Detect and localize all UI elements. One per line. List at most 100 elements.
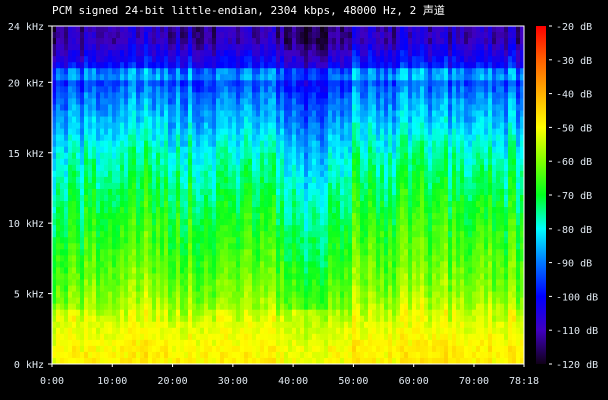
heatmap-cell bbox=[256, 243, 261, 250]
heatmap-cell bbox=[160, 225, 165, 232]
heatmap-cell bbox=[396, 68, 401, 75]
heatmap-cell bbox=[404, 297, 409, 305]
heatmap-cell bbox=[312, 86, 317, 93]
heatmap-cell bbox=[84, 255, 89, 262]
heatmap-cell bbox=[232, 170, 237, 178]
heatmap-cell bbox=[248, 243, 253, 250]
heatmap-cell bbox=[316, 38, 321, 45]
heatmap-cell bbox=[284, 128, 289, 136]
heatmap-cell bbox=[224, 122, 229, 130]
heatmap-cell bbox=[284, 146, 289, 154]
heatmap-cell bbox=[164, 146, 169, 154]
heatmap-cell bbox=[164, 201, 169, 208]
heatmap-cell bbox=[348, 321, 353, 329]
heatmap-cell bbox=[356, 297, 361, 305]
heatmap-cell bbox=[380, 62, 385, 69]
heatmap-cell bbox=[196, 80, 201, 87]
heatmap-cell bbox=[228, 134, 233, 142]
heatmap-cell bbox=[296, 62, 301, 69]
heatmap-cell bbox=[148, 98, 153, 105]
heatmap-cell bbox=[56, 303, 61, 311]
heatmap-cell bbox=[164, 62, 169, 69]
heatmap-cell bbox=[136, 357, 141, 365]
heatmap-cell bbox=[384, 243, 389, 250]
heatmap-cell bbox=[92, 182, 97, 190]
heatmap-cell bbox=[344, 225, 349, 232]
heatmap-cell bbox=[312, 80, 317, 87]
heatmap-cell bbox=[140, 243, 145, 250]
heatmap-cell bbox=[376, 231, 381, 238]
heatmap-cell bbox=[328, 261, 333, 268]
heatmap-cell bbox=[384, 158, 389, 166]
heatmap-cell bbox=[196, 213, 201, 220]
heatmap-cell bbox=[116, 207, 121, 214]
heatmap-cell bbox=[96, 303, 101, 311]
heatmap-cell bbox=[348, 267, 353, 274]
heatmap-cell bbox=[208, 92, 213, 99]
heatmap-cell bbox=[392, 104, 397, 111]
heatmap-cell bbox=[360, 134, 365, 142]
heatmap-cell bbox=[120, 207, 125, 214]
heatmap-cell bbox=[324, 219, 329, 226]
heatmap-cell bbox=[236, 182, 241, 190]
heatmap-cell bbox=[76, 170, 81, 178]
heatmap-cell bbox=[300, 243, 305, 250]
heatmap-cell bbox=[372, 321, 377, 329]
heatmap-cell bbox=[368, 158, 373, 166]
heatmap-cell bbox=[100, 122, 105, 130]
heatmap-cell bbox=[276, 321, 281, 329]
heatmap-cell bbox=[52, 32, 57, 39]
heatmap-cell bbox=[392, 26, 397, 33]
heatmap-cell bbox=[404, 122, 409, 130]
heatmap-cell bbox=[312, 219, 317, 226]
heatmap-cell bbox=[64, 116, 69, 123]
heatmap-cell bbox=[292, 225, 297, 232]
heatmap-cell bbox=[156, 86, 161, 93]
heatmap-cell bbox=[100, 285, 105, 292]
heatmap-cell bbox=[288, 152, 293, 160]
heatmap-cell bbox=[96, 104, 101, 111]
heatmap-cell bbox=[344, 62, 349, 69]
heatmap-cell bbox=[92, 255, 97, 262]
heatmap-cell bbox=[264, 291, 269, 299]
heatmap-cell bbox=[180, 261, 185, 268]
heatmap-cell bbox=[72, 291, 77, 299]
heatmap-cell bbox=[156, 68, 161, 75]
heatmap-cell bbox=[332, 297, 337, 305]
heatmap-cell bbox=[336, 219, 341, 226]
heatmap-cell bbox=[216, 146, 221, 154]
heatmap-cell bbox=[304, 140, 309, 148]
heatmap-cell bbox=[144, 273, 149, 280]
heatmap-cell bbox=[112, 32, 117, 39]
heatmap-cell bbox=[272, 303, 277, 311]
heatmap-cell bbox=[320, 201, 325, 208]
heatmap-cell bbox=[320, 176, 325, 184]
heatmap-cell bbox=[352, 225, 357, 232]
heatmap-cell bbox=[52, 170, 57, 178]
heatmap-cell bbox=[140, 309, 145, 317]
heatmap-cell bbox=[128, 158, 133, 166]
heatmap-cell bbox=[340, 231, 345, 238]
heatmap-cell bbox=[244, 339, 249, 347]
heatmap-cell bbox=[372, 104, 377, 111]
heatmap-cell bbox=[264, 249, 269, 256]
heatmap-cell bbox=[204, 339, 209, 347]
heatmap-cell bbox=[376, 291, 381, 299]
heatmap-cell bbox=[108, 98, 113, 105]
heatmap-cell bbox=[268, 255, 273, 262]
heatmap-cell bbox=[60, 128, 65, 136]
heatmap-cell bbox=[324, 170, 329, 178]
heatmap-cell bbox=[356, 38, 361, 45]
heatmap-cell bbox=[260, 333, 265, 341]
heatmap-cell bbox=[88, 92, 93, 99]
heatmap-cell bbox=[340, 134, 345, 142]
heatmap-cell bbox=[360, 182, 365, 190]
heatmap-cell bbox=[76, 26, 81, 33]
heatmap-cell bbox=[120, 351, 125, 359]
heatmap-cell bbox=[352, 213, 357, 220]
heatmap-cell bbox=[356, 225, 361, 232]
heatmap-cell bbox=[328, 219, 333, 226]
heatmap-cell bbox=[64, 146, 69, 154]
heatmap-cell bbox=[144, 279, 149, 286]
heatmap-cell bbox=[356, 158, 361, 166]
